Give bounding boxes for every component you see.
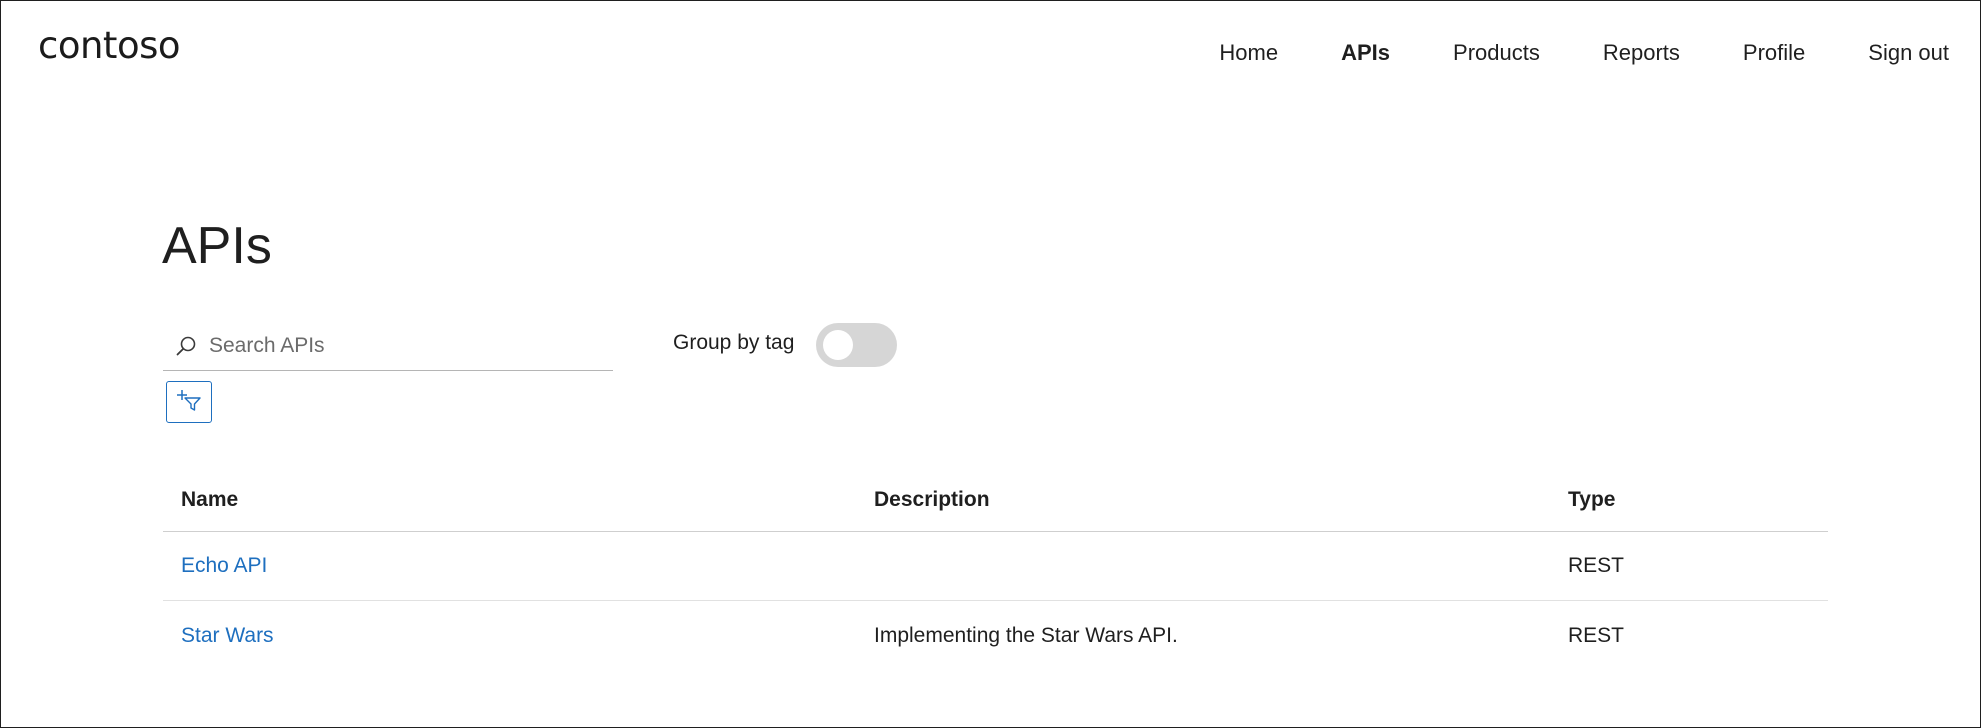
nav-products[interactable]: Products	[1453, 40, 1540, 66]
top-nav: Home APIs Products Reports Profile Sign …	[1156, 40, 1949, 66]
group-by-tag-toggle[interactable]	[816, 323, 897, 367]
table-row: Echo API REST	[163, 532, 1828, 601]
table-header-row: Name Description Type	[163, 468, 1828, 532]
api-link-echo[interactable]: Echo API	[181, 554, 267, 577]
column-header-name[interactable]: Name	[163, 488, 856, 512]
api-type-cell: REST	[1568, 623, 1625, 647]
api-name-cell: Star Wars	[163, 624, 856, 648]
nav-home[interactable]: Home	[1219, 40, 1278, 66]
api-description-cell: Implementing the Star Wars API.	[874, 623, 1178, 647]
column-header-description[interactable]: Description	[856, 488, 1550, 512]
api-link-star-wars[interactable]: Star Wars	[181, 624, 274, 647]
add-filter-button[interactable]	[166, 381, 212, 423]
contoso-logo[interactable]: contoso	[38, 24, 181, 67]
add-filter-icon	[176, 388, 202, 417]
api-name-cell: Echo API	[163, 554, 856, 578]
page-title: APIs	[162, 217, 272, 275]
api-type-cell: REST	[1568, 554, 1625, 577]
search-icon	[173, 333, 199, 359]
column-header-type[interactable]: Type	[1550, 488, 1828, 512]
search-box	[163, 322, 613, 371]
toggle-knob	[823, 330, 853, 360]
group-by-tag-label: Group by tag	[673, 331, 795, 354]
search-input[interactable]	[209, 334, 589, 358]
nav-sign-out[interactable]: Sign out	[1868, 40, 1949, 66]
nav-profile[interactable]: Profile	[1743, 40, 1805, 66]
nav-reports[interactable]: Reports	[1603, 40, 1680, 66]
table-row: Star Wars Implementing the Star Wars API…	[163, 601, 1828, 670]
apis-table: Name Description Type Echo API REST Star…	[163, 468, 1828, 670]
nav-apis[interactable]: APIs	[1341, 40, 1390, 66]
